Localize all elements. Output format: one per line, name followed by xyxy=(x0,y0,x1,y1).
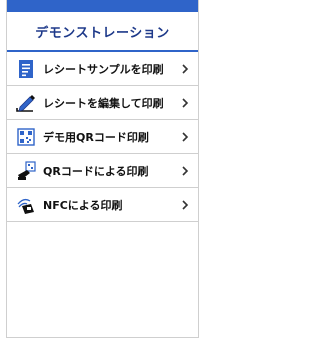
menu-item-label: QRコードによる印刷 xyxy=(43,164,149,178)
nfc-icon xyxy=(15,194,37,216)
menu-item-nfc-print[interactable]: NFCによる印刷 xyxy=(7,188,198,222)
app-frame: デモンストレーション レシートサンプルを印刷 レシートを編集して印刷 デモ用QR… xyxy=(6,0,199,338)
edit-pencil-icon xyxy=(15,92,37,114)
chevron-right-icon xyxy=(180,199,190,210)
chevron-right-icon xyxy=(180,131,190,142)
qr-scan-icon xyxy=(15,160,37,182)
menu-item-label: レシートを編集して印刷 xyxy=(43,96,164,110)
menu-item-qr-print[interactable]: QRコードによる印刷 xyxy=(7,154,198,188)
menu-item-label: デモ用QRコード印刷 xyxy=(43,130,149,144)
menu-item-label: NFCによる印刷 xyxy=(43,198,123,212)
chevron-right-icon xyxy=(180,97,190,108)
menu-item-receipt-sample[interactable]: レシートサンプルを印刷 xyxy=(7,52,198,86)
demo-menu: レシートサンプルを印刷 レシートを編集して印刷 デモ用QRコード印刷 QRコード… xyxy=(7,52,198,222)
qr-code-icon xyxy=(15,126,37,148)
header: デモンストレーション xyxy=(7,12,198,52)
chevron-right-icon xyxy=(180,165,190,176)
menu-item-demo-qr[interactable]: デモ用QRコード印刷 xyxy=(7,120,198,154)
receipt-icon xyxy=(15,58,37,80)
top-accent-bar xyxy=(7,0,198,12)
menu-item-label: レシートサンプルを印刷 xyxy=(43,62,164,76)
page-title: デモンストレーション xyxy=(35,25,170,41)
chevron-right-icon xyxy=(180,63,190,74)
menu-item-edit-receipt[interactable]: レシートを編集して印刷 xyxy=(7,86,198,120)
